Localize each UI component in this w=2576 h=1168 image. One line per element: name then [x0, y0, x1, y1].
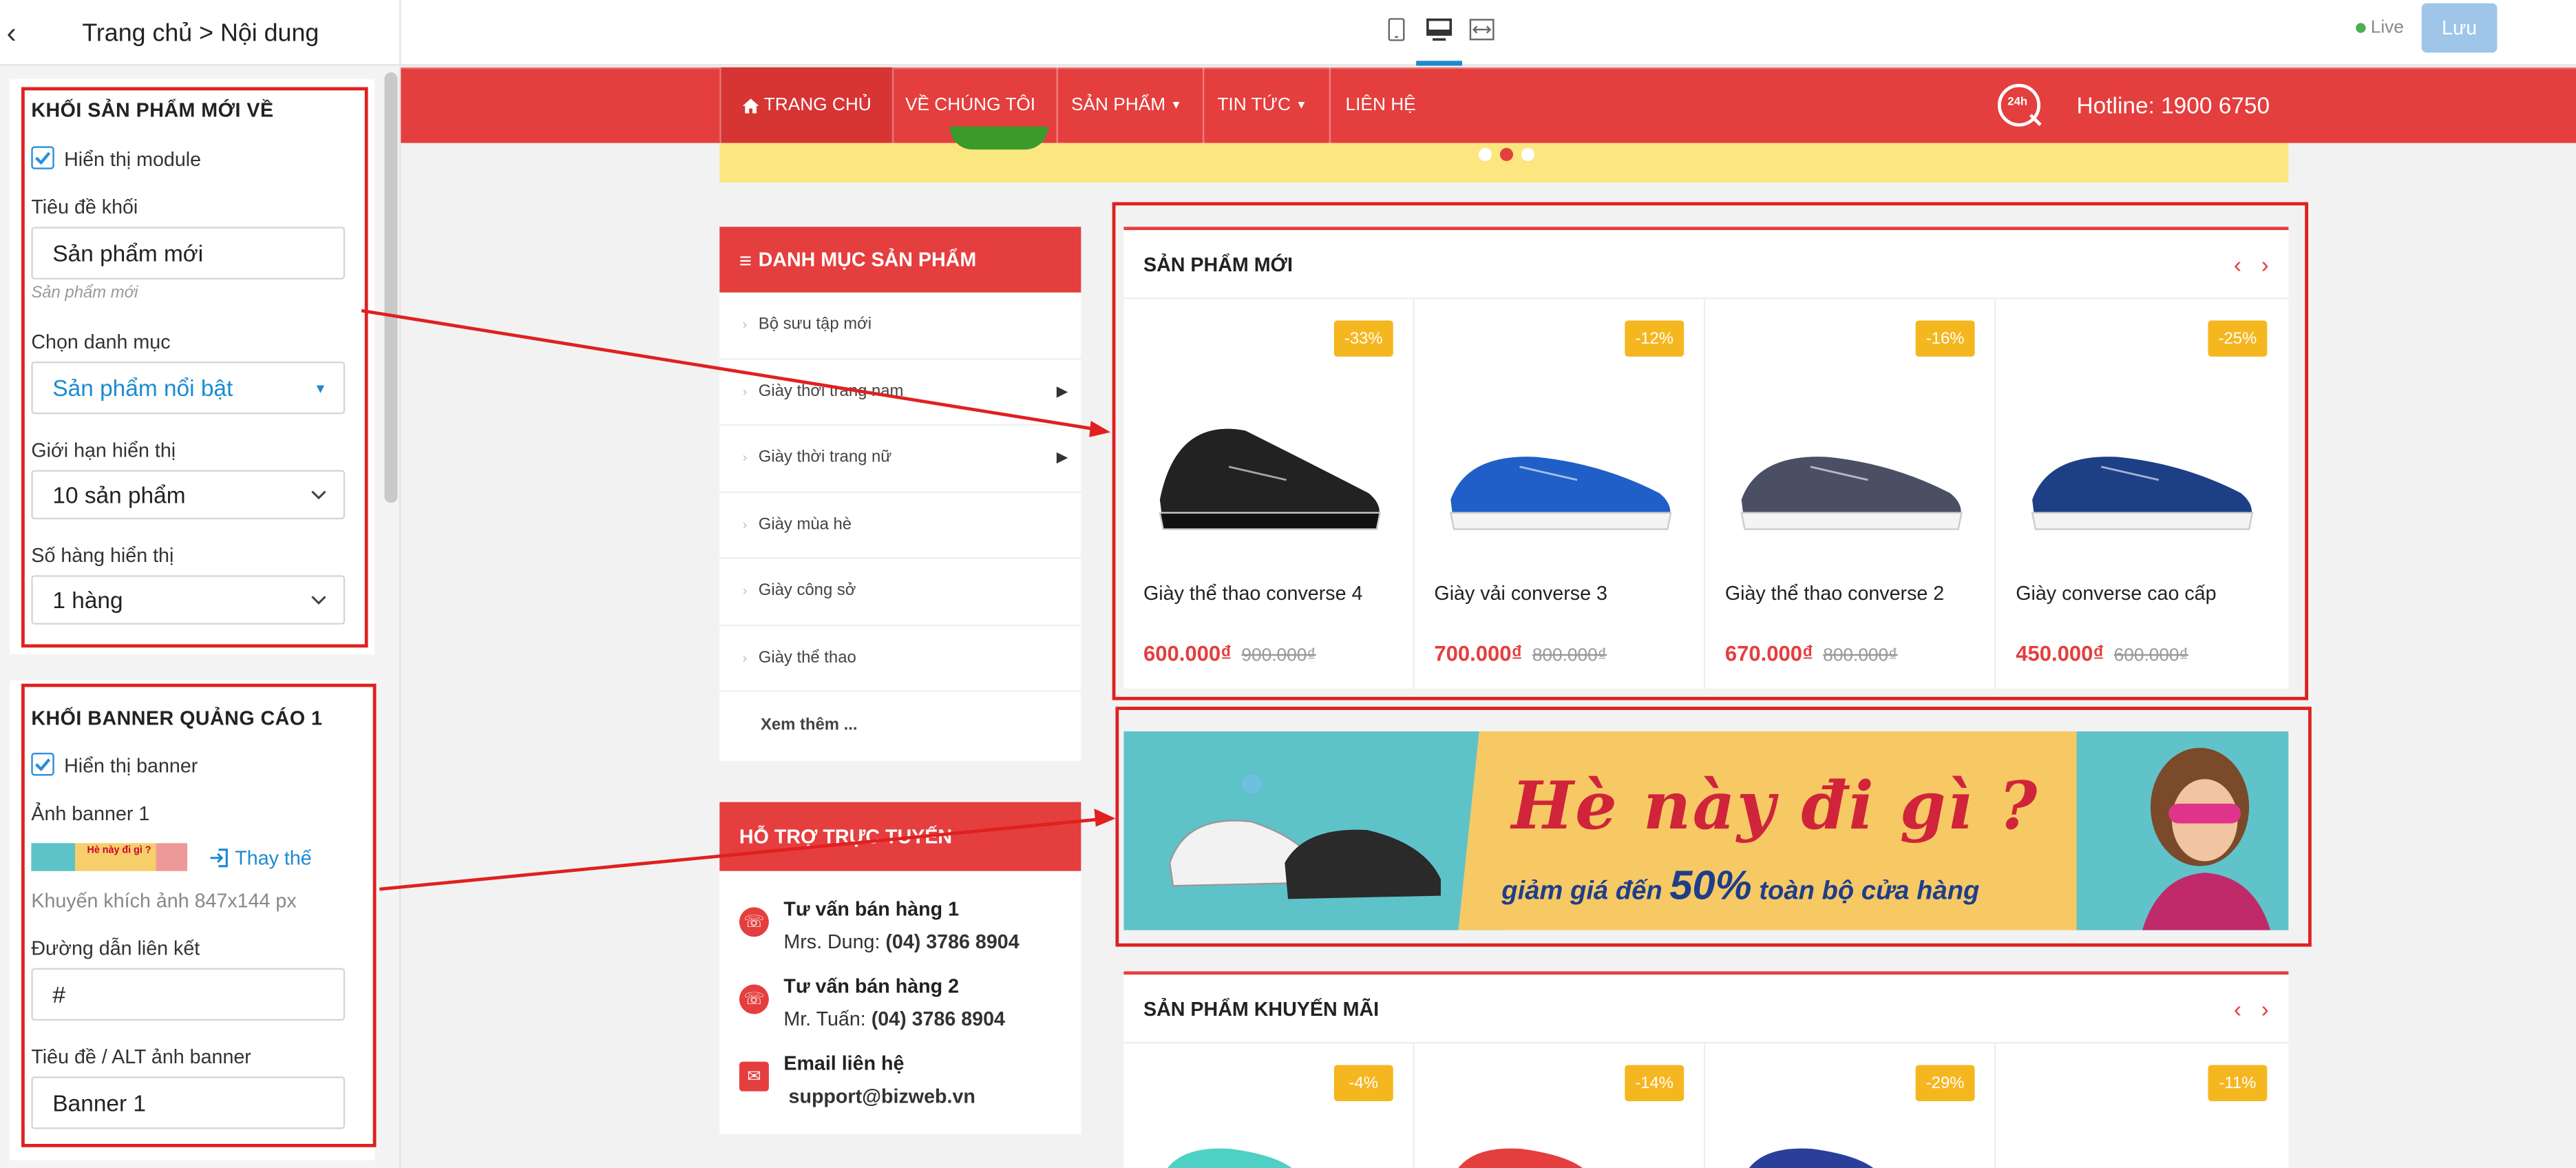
annotation-arrows [361, 309, 1116, 891]
